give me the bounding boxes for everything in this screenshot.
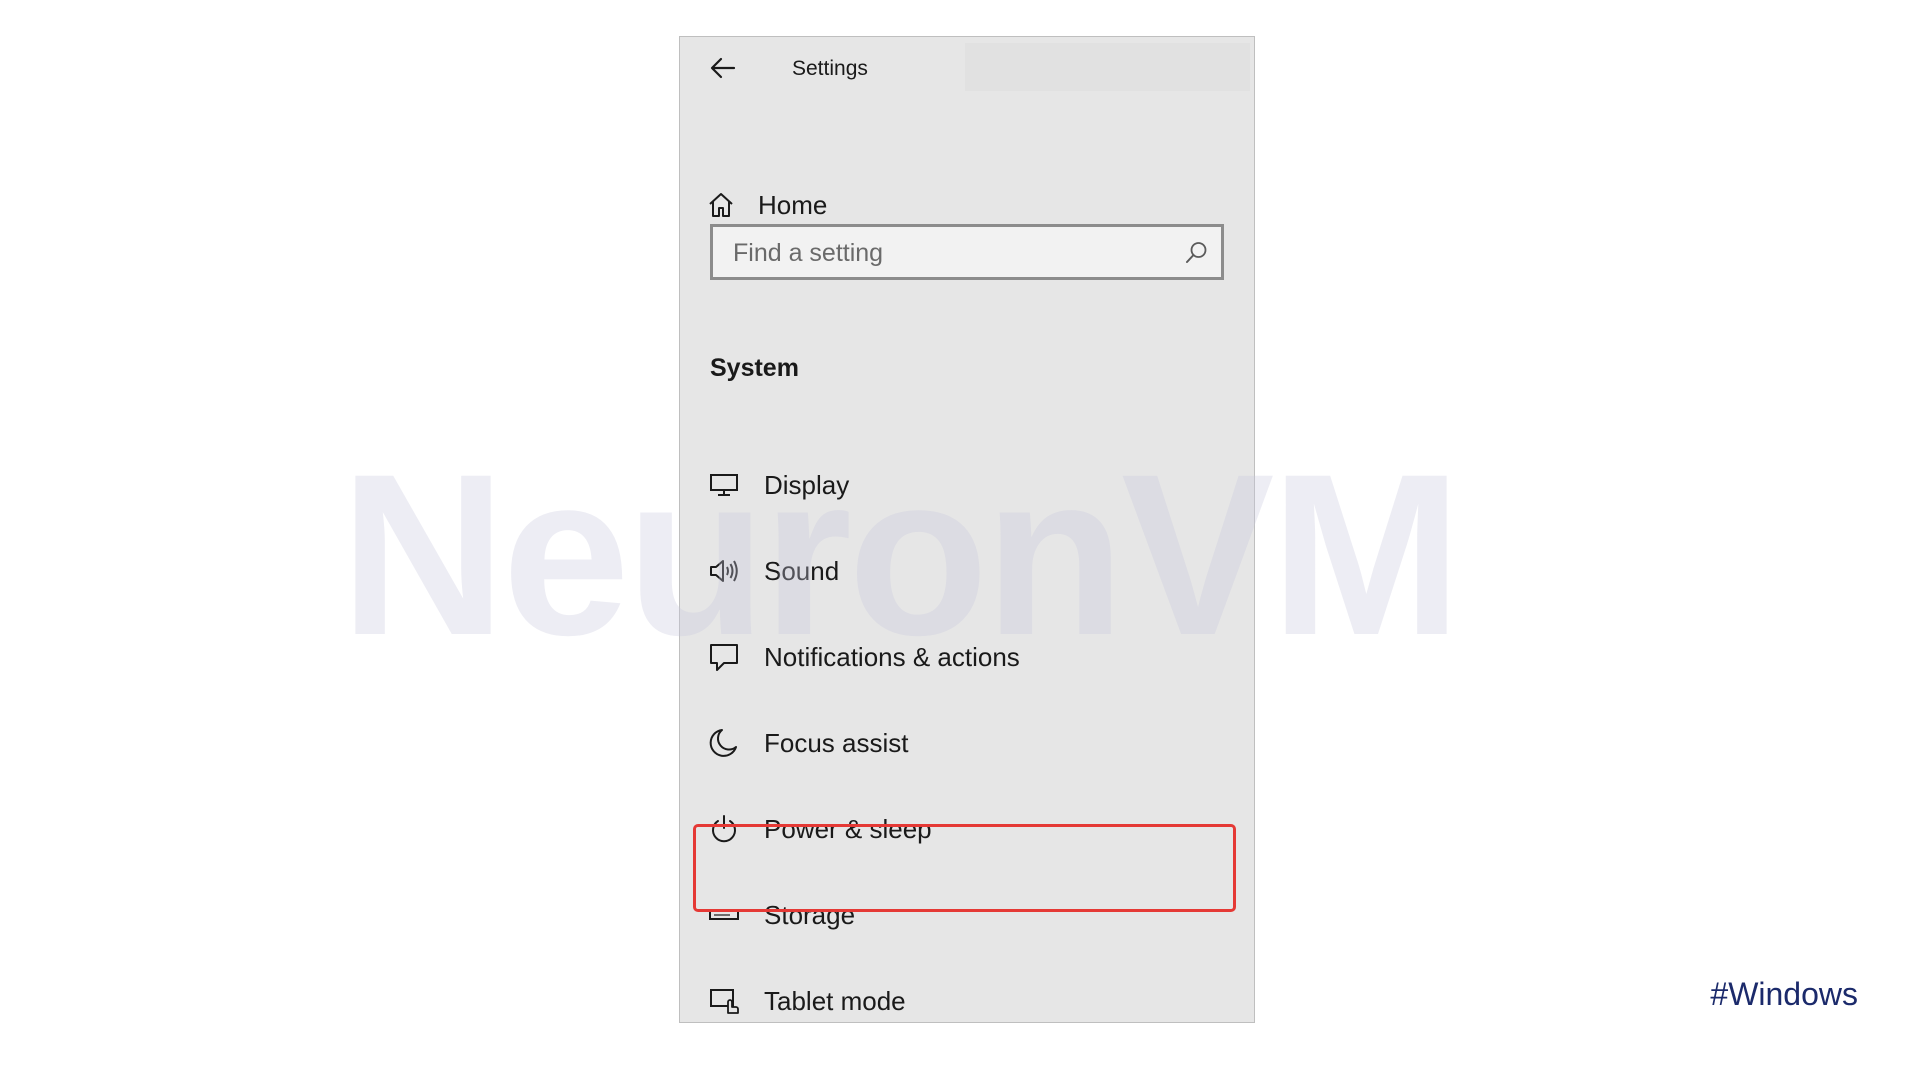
sidebar-item-label: Display	[764, 469, 850, 500]
sidebar-item-label: Sound	[764, 555, 840, 586]
sidebar-item-label: Tablet mode	[764, 985, 906, 1016]
sidebar-item-tablet-mode[interactable]: Tablet mode	[680, 958, 1254, 1044]
search-icon[interactable]	[1184, 240, 1209, 265]
tablet-mode-icon	[708, 985, 740, 1017]
sidebar-item-label: Focus assist	[764, 727, 909, 758]
storage-highlight-annotation	[693, 824, 1236, 912]
back-button[interactable]	[706, 51, 740, 85]
hashtag-label: #Windows	[1710, 976, 1858, 1012]
nav-list: Display Sound Notifications & actions Fo…	[680, 442, 1254, 1044]
sidebar-item-label: Home	[758, 189, 828, 220]
sidebar-item-label: Notifications & actions	[764, 641, 1020, 672]
sidebar-item-notifications[interactable]: Notifications & actions	[680, 614, 1254, 700]
title-bar: Settings	[680, 37, 1254, 97]
search-input[interactable]	[731, 235, 1165, 271]
search-box[interactable]	[710, 224, 1224, 280]
section-heading: System	[710, 354, 799, 382]
title-bar-shade	[965, 43, 1250, 91]
moon-icon	[708, 727, 740, 759]
sidebar-item-focus-assist[interactable]: Focus assist	[680, 700, 1254, 786]
chat-bubble-icon	[708, 641, 740, 673]
monitor-icon	[708, 469, 740, 501]
arrow-left-icon	[710, 57, 736, 79]
window-title: Settings	[792, 57, 868, 80]
sidebar-item-home[interactable]: Home	[706, 181, 827, 229]
sidebar-item-display[interactable]: Display	[680, 442, 1254, 528]
speaker-icon	[708, 555, 740, 587]
sidebar-item-sound[interactable]: Sound	[680, 528, 1254, 614]
home-icon	[709, 193, 733, 217]
